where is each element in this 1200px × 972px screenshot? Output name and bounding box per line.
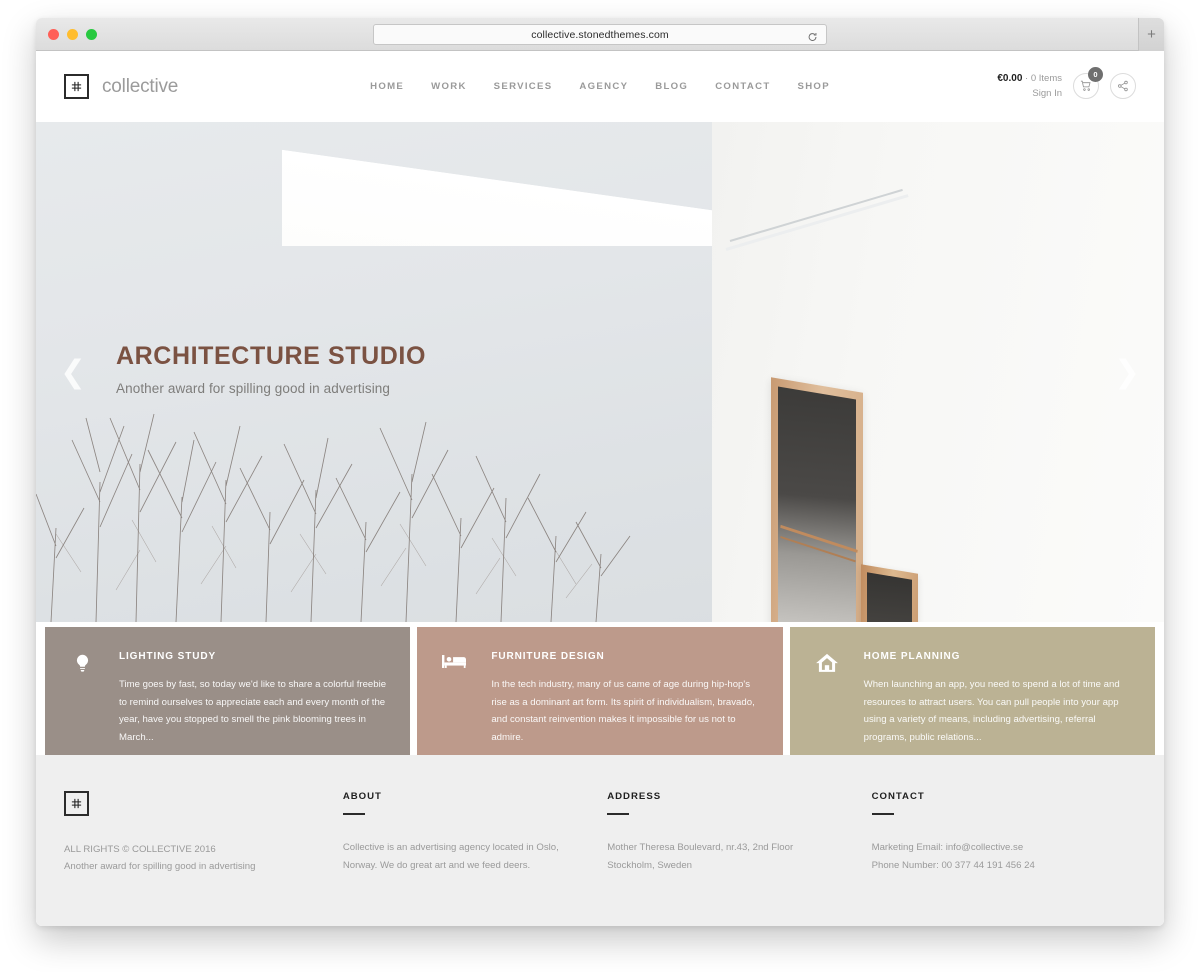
footer-brand-column: ALL RIGHTS © COLLECTIVE 2016 Another awa… [64, 791, 343, 926]
maximize-window-button[interactable] [86, 28, 97, 40]
feature-card-home-planning[interactable]: HOME PLANNING When launching an app, you… [789, 627, 1155, 755]
footer-address-line-1: Mother Theresa Boulevard, nr.43, 2nd Flo… [607, 842, 794, 853]
feature-body: LIGHTING STUDY Time goes by fast, so tod… [119, 651, 388, 755]
nav-item-blog[interactable]: BLOG [655, 81, 688, 92]
nav-item-services[interactable]: SERVICES [494, 81, 553, 92]
cart-item-count: · 0 Items [1025, 73, 1062, 85]
footer-divider [871, 813, 894, 815]
footer-heading-about: ABOUT [342, 791, 382, 802]
footer-copyright: ALL RIGHTS © COLLECTIVE 2016 [64, 844, 216, 855]
new-tab-button[interactable]: + [1138, 18, 1164, 51]
hero-title: ARCHITECTURE STUDIO [116, 342, 427, 370]
footer-column-address: ADDRESS Mother Theresa Boulevard, nr.43,… [607, 791, 871, 926]
nav-item-home[interactable]: HOME [370, 81, 404, 92]
feature-title: FURNITURE DESIGN [491, 651, 605, 662]
reload-icon[interactable] [807, 29, 818, 41]
feature-title: LIGHTING STUDY [119, 651, 217, 662]
feature-body: HOME PLANNING When launching an app, you… [864, 651, 1133, 755]
share-button[interactable] [1110, 73, 1136, 100]
site-footer: ALL RIGHTS © COLLECTIVE 2016 Another awa… [36, 755, 1164, 926]
nav-item-contact[interactable]: CONTACT [715, 81, 770, 92]
footer-divider [342, 813, 365, 815]
footer-column-about: ABOUT Collective is an advertising agenc… [342, 791, 607, 926]
cart-count-badge: 0 [1088, 67, 1103, 83]
main-navigation: HOME WORK SERVICES AGENCY BLOG CONTACT S… [370, 81, 830, 92]
site-header: collective HOME WORK SERVICES AGENCY BLO… [36, 51, 1164, 122]
sign-in-link[interactable]: Sign In [997, 87, 1062, 101]
close-window-button[interactable] [48, 28, 59, 40]
small-window-glass [867, 572, 912, 622]
lightbulb-icon [67, 651, 97, 755]
home-icon [812, 651, 842, 755]
brand-logo[interactable]: collective [64, 74, 178, 99]
chevron-right-icon[interactable]: ❯ [1110, 349, 1144, 395]
feature-text: Time goes by fast, so today we'd like to… [119, 679, 387, 744]
cart-button[interactable]: 0 [1073, 67, 1103, 100]
nav-item-agency[interactable]: AGENCY [579, 81, 628, 92]
building-roof-edge [282, 122, 712, 246]
window-controls [48, 28, 97, 40]
footer-tagline: Another award for spilling good in adver… [64, 860, 256, 872]
cart-summary: €0.00 · 0 Items Sign In [997, 72, 1062, 100]
brand-name: collective [102, 75, 179, 97]
hero-subtitle: Another award for spilling good in adver… [116, 381, 391, 396]
hero-caption: ARCHITECTURE STUDIO Another award for sp… [116, 342, 426, 396]
cart-price: €0.00 [997, 73, 1023, 85]
minimize-window-button[interactable] [67, 28, 78, 40]
hero-slider: ARCHITECTURE STUDIO Another award for sp… [36, 122, 1164, 622]
footer-column-contact: CONTACT Marketing Email: info@collective… [871, 791, 1136, 926]
footer-contact-email: Marketing Email: info@collective.se [871, 842, 1024, 853]
grid-hash-logo-icon[interactable] [64, 791, 89, 816]
footer-text-about: Collective is an advertising agency loca… [342, 842, 559, 871]
footer-address-line-2: Stockholm, Sweden [607, 859, 692, 871]
address-bar[interactable]: collective.stonedthemes.com [373, 24, 827, 45]
footer-heading-contact: CONTACT [871, 791, 925, 802]
browser-window: collective.stonedthemes.com + collective [36, 18, 1164, 926]
cart-total-line: €0.00 · 0 Items [997, 72, 1062, 87]
feature-text: In the tech industry, many of us came of… [491, 679, 755, 744]
bed-icon [439, 651, 469, 755]
feature-card-lighting-study[interactable]: LIGHTING STUDY Time goes by fast, so tod… [45, 627, 411, 755]
nav-item-shop[interactable]: SHOP [798, 81, 830, 92]
header-utilities: €0.00 · 0 Items Sign In 0 [997, 67, 1136, 100]
large-window-glass [778, 386, 856, 622]
feature-title: HOME PLANNING [863, 651, 961, 662]
footer-divider [607, 813, 630, 815]
large-window [771, 377, 863, 622]
page-viewport: collective HOME WORK SERVICES AGENCY BLO… [36, 51, 1164, 926]
nav-item-work[interactable]: WORK [431, 81, 467, 92]
grid-hash-logo-icon [64, 74, 89, 99]
footer-heading-address: ADDRESS [607, 791, 662, 802]
browser-titlebar: collective.stonedthemes.com + [36, 18, 1164, 51]
feature-text: When launching an app, you need to spend… [863, 679, 1120, 744]
feature-card-furniture-design[interactable]: FURNITURE DESIGN In the tech industry, m… [417, 627, 783, 755]
small-window [861, 564, 918, 622]
chevron-left-icon[interactable]: ❮ [56, 349, 90, 395]
feature-body: FURNITURE DESIGN In the tech industry, m… [491, 651, 760, 755]
feature-cards: LIGHTING STUDY Time goes by fast, so tod… [36, 622, 1164, 755]
footer-contact-phone: Phone Number: 00 377 44 191 456 24 [871, 859, 1035, 871]
url-text: collective.stonedthemes.com [531, 28, 669, 41]
